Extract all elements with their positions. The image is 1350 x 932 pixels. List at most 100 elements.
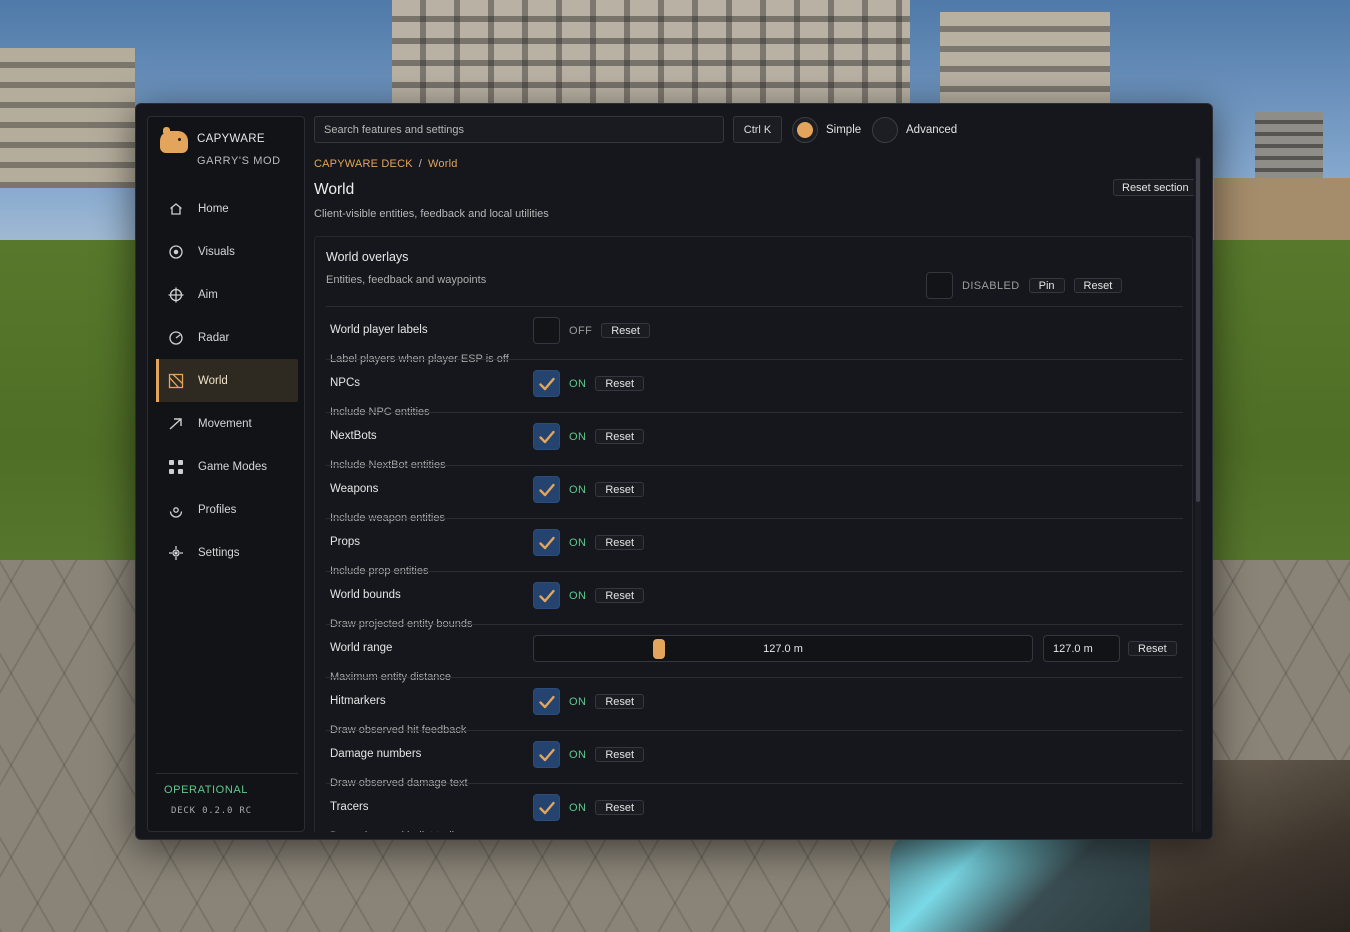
page-title: World bbox=[314, 181, 355, 198]
grid-icon bbox=[168, 459, 184, 475]
breadcrumb: CAPYWARE DECK / World bbox=[314, 158, 458, 170]
search-input[interactable] bbox=[314, 116, 724, 143]
reset-button[interactable]: Reset bbox=[595, 429, 645, 444]
content-scrollbar[interactable] bbox=[1195, 156, 1201, 832]
setting-checkbox[interactable] bbox=[533, 529, 560, 556]
reset-button[interactable]: Reset bbox=[601, 323, 650, 338]
setting-row-nextbots: NextBots Include NextBot entities ON Reset bbox=[326, 412, 1183, 471]
reset-button[interactable]: Reset bbox=[595, 535, 645, 550]
toggle-control: ON Reset bbox=[533, 582, 645, 609]
sidebar-item-profiles[interactable]: Profiles bbox=[156, 488, 298, 531]
setting-label: Weapons bbox=[330, 483, 379, 495]
panel-enable-checkbox[interactable] bbox=[926, 272, 953, 299]
setting-state: ON bbox=[569, 430, 587, 443]
check-icon bbox=[537, 480, 557, 500]
panel-description: Entities, feedback and waypoints bbox=[326, 274, 487, 286]
setting-checkbox[interactable] bbox=[533, 582, 560, 609]
check-icon bbox=[537, 586, 557, 606]
setting-state: ON bbox=[569, 748, 587, 761]
capybara-logo-icon bbox=[160, 127, 188, 153]
sidebar-item-label: World bbox=[198, 374, 228, 387]
building bbox=[0, 48, 135, 188]
sidebar-item-label: Aim bbox=[198, 288, 218, 301]
sidebar-item-visuals[interactable]: Visuals bbox=[156, 230, 298, 273]
range-number-input[interactable]: 127.0 m bbox=[1043, 635, 1120, 662]
toggle-control: ON Reset bbox=[533, 370, 645, 397]
setting-checkbox[interactable] bbox=[533, 741, 560, 768]
toggle-control: ON Reset bbox=[533, 741, 645, 768]
scrollbar-thumb[interactable] bbox=[1196, 158, 1200, 502]
sidebar: CAPYWARE GARRY'S MOD Home Visuals Aim Radar… bbox=[147, 116, 305, 832]
breadcrumb-root[interactable]: CAPYWARE DECK bbox=[314, 158, 413, 170]
reset-button[interactable]: Reset bbox=[1128, 641, 1177, 656]
sidebar-item-label: Radar bbox=[198, 331, 230, 344]
range-slider[interactable]: 127.0 m bbox=[533, 635, 1033, 662]
sidebar-item-radar[interactable]: Radar bbox=[156, 316, 298, 359]
pin-button[interactable]: Pin bbox=[1028, 278, 1065, 293]
setting-label: World bounds bbox=[330, 589, 401, 601]
setting-state: ON bbox=[569, 695, 587, 708]
gear-icon bbox=[168, 545, 184, 561]
radar-icon bbox=[168, 330, 184, 346]
reset-button[interactable]: Reset bbox=[595, 588, 645, 603]
reset-button[interactable]: Reset bbox=[595, 747, 645, 762]
mode-advanced-label: Advanced bbox=[906, 123, 958, 136]
panel-state-label: DISABLED bbox=[962, 279, 1020, 292]
status-footer: OPERATIONAL DECK 0.2.0 RC bbox=[156, 773, 298, 816]
brand-name: CAPYWARE bbox=[197, 133, 265, 145]
setting-state: OFF bbox=[569, 324, 593, 337]
breadcrumb-separator: / bbox=[418, 158, 423, 170]
toggle-control: OFF Reset bbox=[533, 317, 650, 344]
setting-hint: Draw observed bullet trails bbox=[330, 830, 460, 832]
setting-checkbox[interactable] bbox=[533, 794, 560, 821]
check-icon bbox=[537, 798, 557, 818]
toggle-control: ON Reset bbox=[533, 794, 645, 821]
setting-checkbox[interactable] bbox=[533, 317, 560, 344]
setting-row-world-bounds: World bounds Draw projected entity bounds… bbox=[326, 571, 1183, 630]
content-area: CAPYWARE DECK / World World Client-visible… bbox=[314, 156, 1194, 832]
check-icon bbox=[537, 533, 557, 553]
page-description: Client-visible entities, feedback and lo… bbox=[314, 208, 549, 220]
setting-row-props: Props Include prop entities ON Reset bbox=[326, 518, 1183, 577]
toggle-control: ON Reset bbox=[533, 423, 645, 450]
mode-advanced-radio[interactable]: Advanced bbox=[872, 116, 957, 143]
check-icon bbox=[537, 427, 557, 447]
setting-checkbox[interactable] bbox=[533, 423, 560, 450]
brand-subtitle: GARRY'S MOD bbox=[197, 155, 281, 167]
settings-list: World player labels Label players when pl… bbox=[326, 306, 1183, 832]
setting-state: ON bbox=[569, 801, 587, 814]
check-icon bbox=[537, 745, 557, 765]
setting-label: World player labels bbox=[330, 324, 428, 336]
toggle-control: ON Reset bbox=[533, 529, 645, 556]
sidebar-item-label: Home bbox=[198, 202, 229, 215]
mode-simple-label: Simple bbox=[826, 123, 862, 136]
sidebar-item-aim[interactable]: Aim bbox=[156, 273, 298, 316]
panel-reset-button[interactable]: Reset bbox=[1073, 278, 1123, 293]
toggle-control: ON Reset bbox=[533, 688, 645, 715]
setting-row-damage-numbers: Damage numbers Draw observed damage text O… bbox=[326, 730, 1183, 789]
setting-row-world-player-labels: World player labels Label players when pl… bbox=[326, 306, 1183, 365]
sidebar-item-label: Settings bbox=[198, 546, 240, 559]
setting-row-hitmarkers: Hitmarkers Draw observed hit feedback ON Re… bbox=[326, 677, 1183, 736]
sidebar-item-home[interactable]: Home bbox=[156, 187, 298, 230]
setting-label: Hitmarkers bbox=[330, 695, 386, 707]
reset-section-button[interactable]: Reset section bbox=[1113, 179, 1194, 196]
reset-button[interactable]: Reset bbox=[595, 800, 645, 815]
sidebar-item-game-modes[interactable]: Game Modes bbox=[156, 445, 298, 488]
reset-button[interactable]: Reset bbox=[595, 482, 645, 497]
mode-simple-radio[interactable]: Simple bbox=[792, 116, 861, 143]
setting-state: ON bbox=[569, 483, 587, 496]
sidebar-item-label: Profiles bbox=[198, 503, 237, 516]
setting-label: Props bbox=[330, 536, 361, 548]
building bbox=[940, 12, 1110, 108]
sidebar-item-world[interactable]: World bbox=[156, 359, 298, 402]
reset-button[interactable]: Reset bbox=[595, 376, 645, 391]
version-text: DECK 0.2.0 RC bbox=[171, 806, 252, 816]
setting-checkbox[interactable] bbox=[533, 688, 560, 715]
sidebar-item-settings[interactable]: Settings bbox=[156, 531, 298, 574]
setting-checkbox[interactable] bbox=[533, 476, 560, 503]
sidebar-item-movement[interactable]: Movement bbox=[156, 402, 298, 445]
setting-checkbox[interactable] bbox=[533, 370, 560, 397]
setting-label: NPCs bbox=[330, 377, 361, 389]
reset-button[interactable]: Reset bbox=[595, 694, 645, 709]
